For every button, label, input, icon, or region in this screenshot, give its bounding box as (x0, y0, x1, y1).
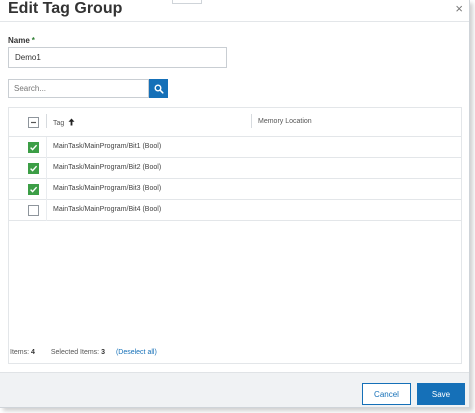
column-divider (251, 114, 252, 128)
check-icon (30, 144, 38, 151)
column-header-memory-location[interactable]: Memory Location (258, 118, 312, 125)
tag-cell: MainTask/MainProgram/Bit4 (Bool) (53, 206, 162, 213)
items-label: Items: (10, 349, 30, 356)
row-checkbox[interactable] (28, 142, 39, 153)
column-header-tag-label: Tag (53, 120, 65, 127)
name-label-text: Name (8, 36, 30, 45)
column-header-tag[interactable]: Tag (53, 118, 75, 127)
table-row[interactable]: MainTask/MainProgram/Bit3 (Bool) (9, 179, 461, 200)
items-count: 4 (31, 349, 35, 356)
column-divider (46, 137, 47, 158)
title-divider (0, 21, 469, 22)
required-marker: * (31, 36, 35, 45)
tag-cell: MainTask/MainProgram/Bit2 (Bool) (53, 164, 162, 171)
name-input[interactable] (8, 47, 227, 68)
column-divider (46, 200, 47, 221)
tag-grid: Tag Memory Location MainTask/MainProgram… (8, 107, 462, 364)
tag-cell: MainTask/MainProgram/Bit1 (Bool) (53, 143, 162, 150)
deselect-all-link[interactable]: (Deselect all) (116, 349, 157, 356)
name-label: Name * (8, 36, 35, 45)
selected-items-label: Selected Items: (50, 349, 100, 356)
grid-footer-stats: Items: 4 Selected Items: 3 (Deselect all… (10, 349, 157, 356)
edit-tag-group-dialog: Edit Tag Group × Name* Tag (0, 0, 470, 408)
row-checkbox[interactable] (28, 163, 39, 174)
column-divider (46, 179, 47, 200)
table-row[interactable]: MainTask/MainProgram/Bit1 (Bool) (9, 137, 461, 158)
row-checkbox[interactable] (28, 184, 39, 195)
check-icon (30, 186, 38, 193)
save-button[interactable]: Save (417, 383, 465, 405)
indeterminate-icon (31, 121, 36, 124)
arrow-up-icon (68, 118, 75, 126)
search-icon (154, 84, 164, 94)
grid-header: Tag Memory Location (9, 108, 461, 137)
row-checkbox[interactable] (28, 205, 39, 216)
table-row[interactable]: MainTask/MainProgram/Bit2 (Bool) (9, 158, 461, 179)
check-icon (30, 165, 38, 172)
dialog-title: Edit Tag Group (8, 0, 123, 17)
selected-items-count: 3 (101, 349, 105, 356)
column-divider (46, 114, 47, 128)
column-divider (46, 158, 47, 179)
close-icon[interactable]: × (455, 1, 463, 16)
table-row[interactable]: MainTask/MainProgram/Bit4 (Bool) (9, 200, 461, 221)
tag-cell: MainTask/MainProgram/Bit3 (Bool) (53, 185, 162, 192)
title-tab-decoration (172, 0, 202, 4)
search-button[interactable] (149, 79, 168, 98)
cancel-button[interactable]: Cancel (362, 383, 411, 405)
select-all-checkbox[interactable] (28, 117, 39, 128)
search-input[interactable] (8, 79, 149, 98)
